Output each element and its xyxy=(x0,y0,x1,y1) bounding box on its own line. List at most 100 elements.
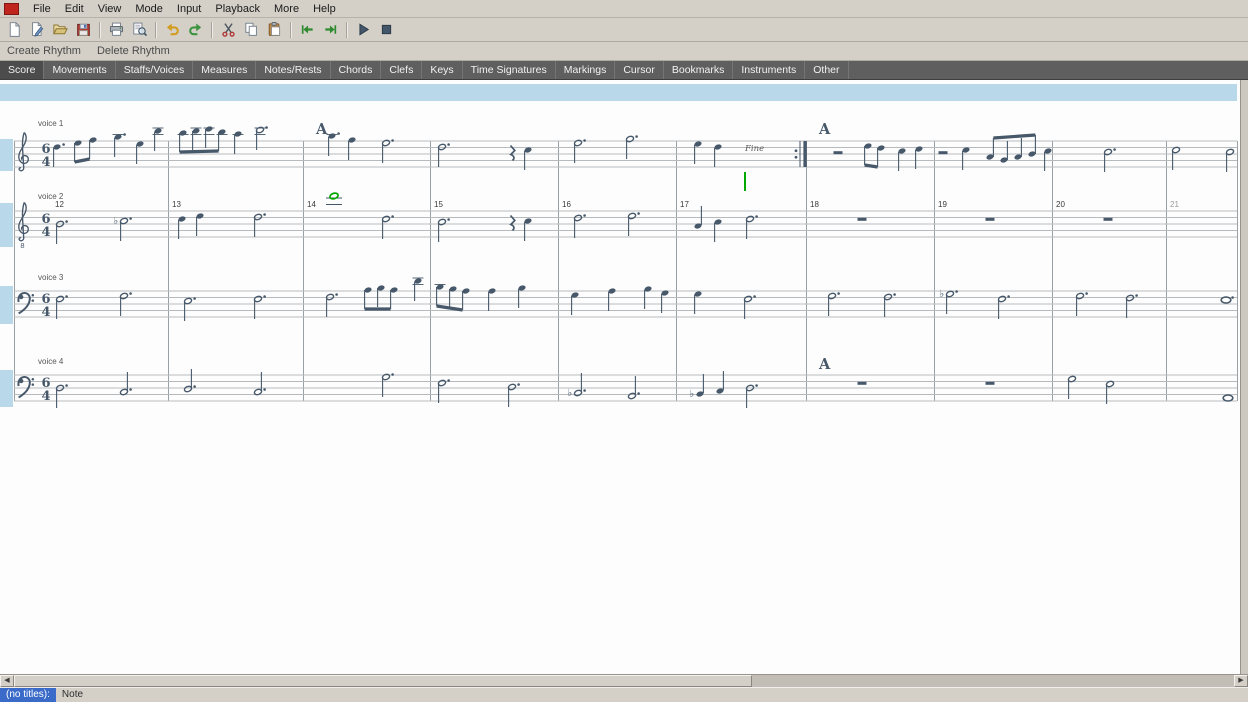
menu-playback[interactable]: Playback xyxy=(208,0,267,18)
half-note[interactable] xyxy=(744,295,756,319)
quarter-note[interactable] xyxy=(571,291,580,315)
rehearsal-mark[interactable]: A xyxy=(818,121,831,138)
tab-movements[interactable]: Movements xyxy=(44,61,115,79)
half-note[interactable] xyxy=(1106,380,1115,404)
tab-clefs[interactable]: Clefs xyxy=(381,61,422,79)
play-button[interactable] xyxy=(352,19,375,40)
menu-view[interactable]: View xyxy=(91,0,129,18)
tab-staffs-voices[interactable]: Staffs/Voices xyxy=(116,61,194,79)
quarter-note[interactable] xyxy=(608,287,617,311)
menu-mode[interactable]: Mode xyxy=(128,0,170,18)
quarter-note[interactable] xyxy=(714,143,723,167)
open-folder-button[interactable] xyxy=(49,19,72,40)
half-note[interactable] xyxy=(998,295,1010,319)
quarter-note[interactable] xyxy=(113,133,126,157)
half-note[interactable] xyxy=(184,369,196,393)
scroll-thumb[interactable] xyxy=(14,675,752,687)
half-note[interactable] xyxy=(746,215,758,239)
scroll-left-button[interactable]: ◀ xyxy=(0,675,14,687)
quarter-note[interactable] xyxy=(327,132,340,156)
whole-note[interactable] xyxy=(1223,395,1233,401)
tab-score[interactable]: Score xyxy=(0,61,44,79)
beam-group[interactable] xyxy=(364,284,399,309)
half-note[interactable] xyxy=(884,293,896,317)
tab-other[interactable]: Other xyxy=(805,61,848,79)
quarter-note[interactable] xyxy=(962,146,971,170)
quarter-note[interactable] xyxy=(661,289,670,313)
quarter-note[interactable] xyxy=(178,215,187,239)
menu-more[interactable]: More xyxy=(267,0,306,18)
tab-measures[interactable]: Measures xyxy=(193,61,256,79)
time-signature-denominator[interactable]: 4 xyxy=(41,155,50,170)
beam-group[interactable] xyxy=(435,283,471,310)
half-note[interactable] xyxy=(120,372,132,396)
tab-notes-rests[interactable]: Notes/Rests xyxy=(256,61,330,79)
quarter-note[interactable] xyxy=(53,143,65,167)
half-note[interactable] xyxy=(382,139,394,163)
redo-button[interactable] xyxy=(184,19,207,40)
half-note[interactable] xyxy=(254,372,266,396)
tab-bookmarks[interactable]: Bookmarks xyxy=(664,61,734,79)
tab-markings[interactable]: Markings xyxy=(556,61,616,79)
whole-rest[interactable] xyxy=(986,218,995,221)
half-note[interactable] xyxy=(508,383,520,407)
whole-note[interactable] xyxy=(1221,296,1234,303)
quarter-note[interactable]: ♭ xyxy=(690,374,705,400)
tab-cursor[interactable]: Cursor xyxy=(615,61,664,79)
half-note[interactable] xyxy=(574,139,586,163)
treble-clef-icon[interactable] xyxy=(19,133,29,171)
app-icon[interactable] xyxy=(4,3,19,15)
half-note[interactable] xyxy=(438,379,450,403)
print-button[interactable] xyxy=(105,19,128,40)
score-canvas[interactable]: voice 164voice 2864♭voice 364♭voice 464♭… xyxy=(0,80,1240,674)
time-signature-denominator[interactable]: 4 xyxy=(41,305,50,320)
scroll-track[interactable] xyxy=(14,675,1234,687)
menu-help[interactable]: Help xyxy=(306,0,343,18)
document-edit-button[interactable] xyxy=(26,19,49,40)
stop-button[interactable] xyxy=(375,19,398,40)
quarter-note[interactable] xyxy=(488,287,497,311)
tab-keys[interactable]: Keys xyxy=(422,61,462,79)
go-to-start-button[interactable] xyxy=(296,19,319,40)
whole-rest[interactable] xyxy=(986,382,995,385)
create-rhythm-button[interactable]: Create Rhythm xyxy=(7,45,81,57)
half-note[interactable]: ♭ xyxy=(568,373,586,399)
paste-button[interactable] xyxy=(263,19,286,40)
half-note[interactable] xyxy=(326,293,338,317)
whole-rest[interactable] xyxy=(858,218,867,221)
half-note[interactable] xyxy=(382,373,394,397)
half-rest[interactable] xyxy=(834,151,843,154)
treble-clef-icon[interactable]: 8 xyxy=(19,203,29,251)
time-signature-denominator[interactable]: 4 xyxy=(41,225,50,240)
half-note[interactable] xyxy=(56,295,68,319)
quarter-note[interactable] xyxy=(233,130,244,154)
cut-button[interactable] xyxy=(217,19,240,40)
quarter-note[interactable] xyxy=(915,145,924,169)
whole-rest[interactable] xyxy=(858,382,867,385)
fine-marking[interactable]: Fine xyxy=(744,144,764,154)
beam-group[interactable] xyxy=(178,125,228,152)
time-signature-denominator[interactable]: 4 xyxy=(41,389,50,404)
save-button[interactable] xyxy=(72,19,95,40)
beam-group[interactable] xyxy=(74,136,98,162)
quarter-note[interactable] xyxy=(348,136,357,160)
vertical-scrollbar[interactable] xyxy=(1240,80,1248,674)
quarter-note[interactable] xyxy=(524,146,533,170)
half-note[interactable] xyxy=(382,215,394,239)
delete-rhythm-button[interactable]: Delete Rhythm xyxy=(97,45,170,57)
half-note[interactable] xyxy=(1068,375,1077,399)
half-note[interactable] xyxy=(1172,146,1181,170)
half-note[interactable] xyxy=(255,126,268,150)
scroll-right-button[interactable]: ▶ xyxy=(1234,675,1248,687)
new-document-button[interactable] xyxy=(3,19,26,40)
whole-rest[interactable] xyxy=(1104,218,1113,221)
half-note[interactable] xyxy=(438,143,450,167)
beam-group[interactable] xyxy=(864,142,886,167)
rehearsal-mark[interactable]: A xyxy=(315,121,328,138)
print-preview-button[interactable] xyxy=(128,19,151,40)
tab-chords[interactable]: Chords xyxy=(331,61,382,79)
half-rest[interactable] xyxy=(939,151,948,154)
half-note[interactable] xyxy=(254,213,266,237)
menu-file[interactable]: File xyxy=(26,0,58,18)
tab-time-signatures[interactable]: Time Signatures xyxy=(463,61,556,79)
